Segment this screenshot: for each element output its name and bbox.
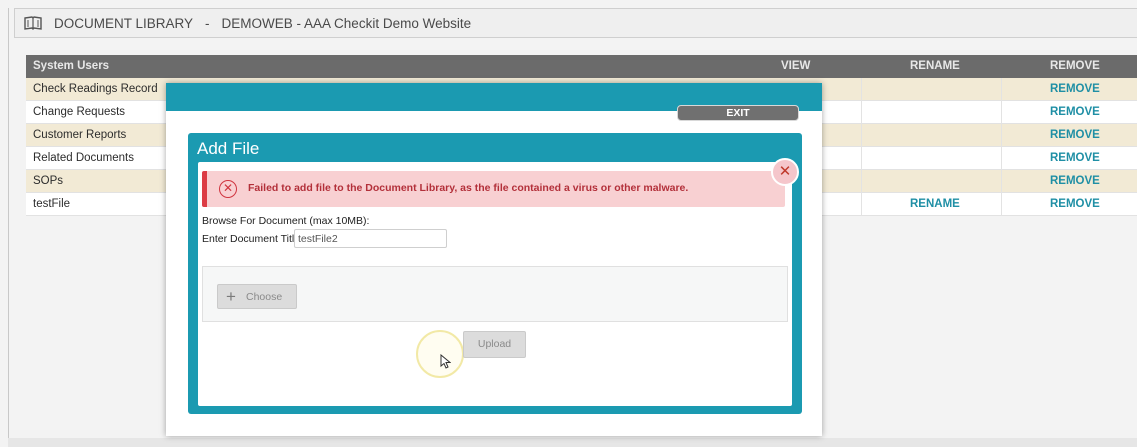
mouse-cursor-icon (440, 353, 452, 374)
dialog-body: ✕ Failed to add file to the Document Lib… (198, 162, 792, 406)
document-name[interactable]: Customer Reports (33, 129, 126, 141)
document-name[interactable]: Change Requests (33, 106, 125, 118)
add-file-modal: EXIT Add File ✕ Failed to add file to th… (166, 83, 822, 436)
column-header-view: VIEW (781, 60, 811, 72)
close-icon[interactable]: ✕ (771, 158, 799, 186)
column-header-name: System Users (33, 60, 110, 72)
bottom-scroll-track (8, 438, 1137, 447)
remove-link[interactable]: REMOVE (1050, 83, 1100, 95)
book-icon (24, 16, 42, 30)
remove-link[interactable]: REMOVE (1050, 152, 1100, 164)
exit-button[interactable]: EXIT (677, 105, 799, 121)
upload-button[interactable]: Upload (463, 331, 526, 358)
choose-button[interactable]: + Choose (217, 284, 297, 309)
error-alert: ✕ Failed to add file to the Document Lib… (202, 171, 785, 207)
dialog-title: Add File (197, 139, 260, 158)
library-header: DOCUMENT LIBRARY - DEMOWEB - AAA Checkit… (14, 8, 1137, 38)
document-name[interactable]: Related Documents (33, 152, 134, 164)
document-name[interactable]: Check Readings Record (33, 83, 158, 95)
column-header-rename: RENAME (910, 60, 960, 72)
remove-link[interactable]: REMOVE (1050, 198, 1100, 210)
browse-label: Browse For Document (max 10MB): (202, 215, 370, 227)
plus-icon: + (226, 287, 236, 306)
site-name: DEMOWEB - AAA Checkit Demo Website (221, 15, 472, 31)
file-upload-area[interactable]: + Choose (202, 266, 788, 322)
error-message: Failed to add file to the Document Libra… (248, 182, 689, 194)
table-header: System Users VIEW RENAME REMOVE (26, 55, 1137, 78)
column-header-remove: REMOVE (1050, 60, 1100, 72)
remove-link[interactable]: REMOVE (1050, 129, 1100, 141)
document-title-label: Enter Document Title: (202, 233, 303, 245)
document-title-input[interactable] (294, 229, 447, 248)
rename-link[interactable]: RENAME (910, 198, 960, 210)
left-border (8, 8, 9, 447)
error-circle-x-icon: ✕ (219, 180, 237, 198)
document-name[interactable]: SOPs (33, 175, 63, 187)
choose-label: Choose (246, 291, 283, 303)
remove-link[interactable]: REMOVE (1050, 175, 1100, 187)
add-file-dialog: Add File ✕ Failed to add file to the Doc… (188, 133, 802, 414)
remove-link[interactable]: REMOVE (1050, 106, 1100, 118)
title-separator: - (205, 15, 210, 31)
document-name[interactable]: testFile (33, 198, 70, 210)
page-title: DOCUMENT LIBRARY (54, 15, 194, 31)
